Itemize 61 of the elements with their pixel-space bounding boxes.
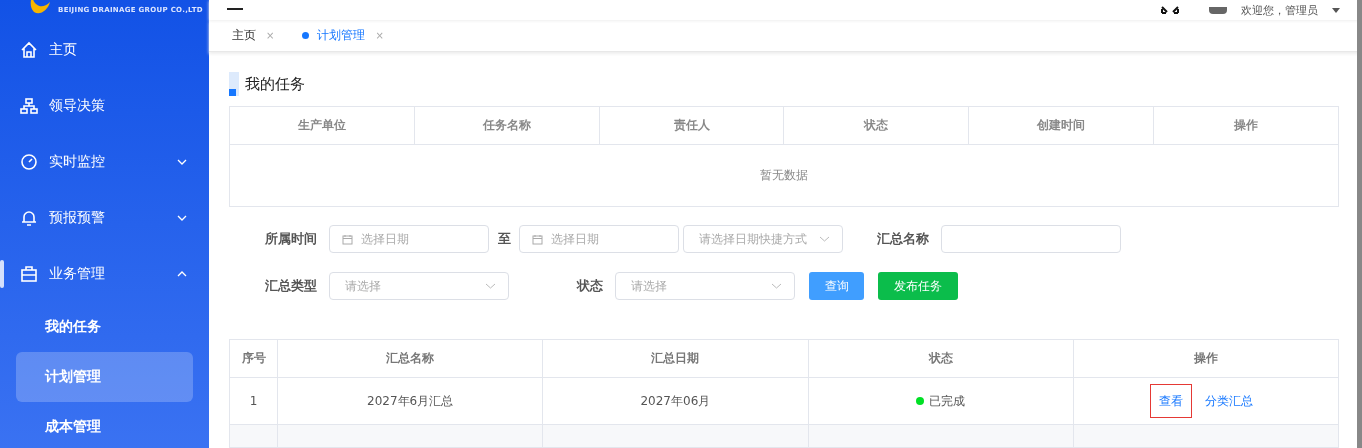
gauge-icon — [20, 153, 38, 171]
range-separator: 至 — [498, 230, 511, 248]
empty-message: 暂无数据 — [760, 168, 808, 182]
query-button[interactable]: 查询 — [809, 272, 864, 300]
menu-icon[interactable] — [227, 7, 243, 13]
select-field[interactable]: 请选择日期快捷方式 — [683, 225, 843, 253]
field-label: 所属时间 — [264, 230, 317, 248]
column-header: 任务名称 — [414, 106, 600, 145]
date-field[interactable]: 选择日期 — [329, 225, 489, 253]
date-field[interactable]: 选择日期 — [519, 225, 679, 253]
user-greeting[interactable]: 欢迎您，管理员 — [1241, 2, 1318, 18]
sidebar-item[interactable]: 实时监控 — [0, 134, 209, 190]
submenu-item[interactable]: 我的任务 — [16, 302, 193, 352]
submenu-item[interactable]: 成本管理 — [16, 402, 193, 448]
submenu-item[interactable]: 计划管理 — [16, 352, 193, 402]
section-marker-icon — [229, 72, 239, 96]
chevron-up-icon — [177, 271, 187, 277]
publish-button[interactable]: 发布任务 — [878, 272, 958, 300]
field-label: 汇总类型 — [264, 277, 317, 295]
column-header: 状态 — [784, 106, 969, 145]
select-field[interactable]: 请选择 — [329, 272, 509, 300]
column-header: 责任人 — [599, 106, 784, 145]
input-field[interactable] — [941, 225, 1121, 253]
caret-icon[interactable] — [1332, 7, 1340, 13]
chevron-down-icon — [177, 159, 187, 165]
column-header: 序号 — [229, 339, 278, 378]
calendar-icon — [532, 233, 543, 245]
section-title: 我的任务 — [245, 74, 305, 94]
status-text: 已完成 — [929, 393, 966, 408]
field-label: 状态 — [575, 277, 603, 295]
chevron-down-icon — [819, 236, 830, 242]
briefcase-icon — [20, 265, 38, 283]
bell-icon — [20, 209, 38, 227]
home-icon — [20, 41, 38, 59]
sidebar-item[interactable]: 主页 — [0, 22, 209, 78]
column-header: 状态 — [808, 339, 1074, 378]
sidebar-item[interactable]: 领导决策 — [0, 78, 209, 134]
column-header: 操作 — [1153, 106, 1339, 145]
column-header: 操作 — [1073, 339, 1339, 378]
column-header: 生产单位 — [229, 106, 415, 145]
action-link[interactable]: 查看 — [1149, 383, 1192, 418]
table-cell: 1 — [249, 394, 258, 408]
avatar-icon — [1209, 6, 1227, 14]
column-header: 汇总日期 — [542, 339, 808, 378]
table-cell: 2027年6月汇总 — [367, 393, 454, 408]
select-field[interactable]: 请选择 — [615, 272, 795, 300]
chevron-down-icon — [485, 283, 496, 289]
tab[interactable]: 主页 × — [232, 27, 275, 44]
sidebar-item[interactable]: 预报预警 — [0, 190, 209, 246]
fullscreen-icon[interactable] — [1161, 6, 1179, 14]
sidebar-item[interactable]: 业务管理 — [0, 246, 209, 302]
column-header: 创建时间 — [968, 106, 1154, 145]
tab[interactable]: 计划管理 × — [302, 27, 384, 44]
table-cell: 2027年06月 — [640, 393, 711, 408]
chevron-down-icon — [771, 283, 782, 289]
calendar-icon — [342, 233, 353, 245]
field-label: 汇总名称 — [876, 230, 929, 248]
action-link[interactable]: 分类汇总 — [1195, 383, 1262, 418]
column-header: 汇总名称 — [277, 339, 543, 378]
chevron-down-icon — [177, 215, 187, 221]
hierarchy-icon — [20, 97, 38, 115]
